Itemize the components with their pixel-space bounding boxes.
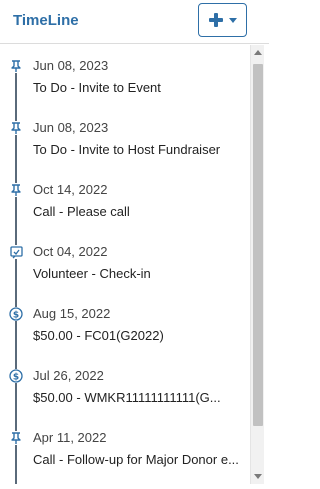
- item-date: Aug 15, 2022: [33, 306, 111, 321]
- scroll-up-arrow-icon[interactable]: [254, 50, 262, 55]
- item-description: $50.00 - FC01(G2022): [33, 328, 164, 343]
- vertical-scrollbar[interactable]: [250, 45, 264, 484]
- scrollbar-thumb[interactable]: [253, 64, 263, 426]
- panel-title: TimeLine: [13, 12, 79, 29]
- timeline-panel: TimeLine Jun 08, 2023 To Do - Invite to …: [0, 0, 269, 489]
- timeline-item[interactable]: $ Jul 26, 2022 $50.00 - WMKR11111111111(…: [0, 355, 250, 417]
- item-date: Apr 11, 2022: [33, 430, 107, 445]
- pin-icon: [9, 121, 23, 135]
- caret-down-icon: [228, 17, 237, 23]
- dollar-icon: $: [9, 307, 23, 321]
- timeline-item[interactable]: Oct 14, 2022 Call - Please call: [0, 169, 250, 231]
- svg-text:$: $: [13, 373, 19, 383]
- item-date: Oct 04, 2022: [33, 244, 108, 259]
- scroll-down-arrow-icon[interactable]: [254, 474, 262, 479]
- timeline-item[interactable]: Apr 11, 2022 Call - Follow-up for Major …: [0, 417, 250, 479]
- pin-icon: [9, 183, 23, 197]
- timeline-item[interactable]: Jun 08, 2023 To Do - Invite to Event: [0, 45, 250, 107]
- item-description: Call - Follow-up for Major Donor e...: [33, 452, 239, 467]
- checkin-icon: [9, 245, 23, 259]
- timeline-item[interactable]: Oct 04, 2022 Volunteer - Check-in: [0, 231, 250, 293]
- item-date: Jul 26, 2022: [33, 368, 104, 383]
- item-description: $50.00 - WMKR11111111111(G...: [33, 390, 221, 405]
- item-description: Volunteer - Check-in: [33, 266, 151, 281]
- dollar-icon: $: [9, 369, 23, 383]
- timeline-item[interactable]: Jun 08, 2023 To Do - Invite to Host Fund…: [0, 107, 250, 169]
- timeline-header: TimeLine: [0, 0, 269, 44]
- item-date: Oct 14, 2022: [33, 182, 108, 197]
- svg-text:$: $: [13, 311, 19, 321]
- pin-icon: [9, 431, 23, 445]
- timeline-list: Jun 08, 2023 To Do - Invite to Event Jun…: [0, 45, 269, 484]
- plus-icon: [208, 13, 223, 27]
- timeline-item[interactable]: $ Aug 15, 2022 $50.00 - FC01(G2022): [0, 293, 250, 355]
- item-description: Call - Please call: [33, 204, 130, 219]
- item-description: To Do - Invite to Host Fundraiser: [33, 142, 221, 157]
- item-date: Jun 08, 2023: [33, 120, 109, 135]
- pin-icon: [9, 59, 23, 73]
- item-description: To Do - Invite to Event: [33, 80, 161, 95]
- item-date: Jun 08, 2023: [33, 58, 109, 73]
- add-activity-button[interactable]: [198, 3, 247, 37]
